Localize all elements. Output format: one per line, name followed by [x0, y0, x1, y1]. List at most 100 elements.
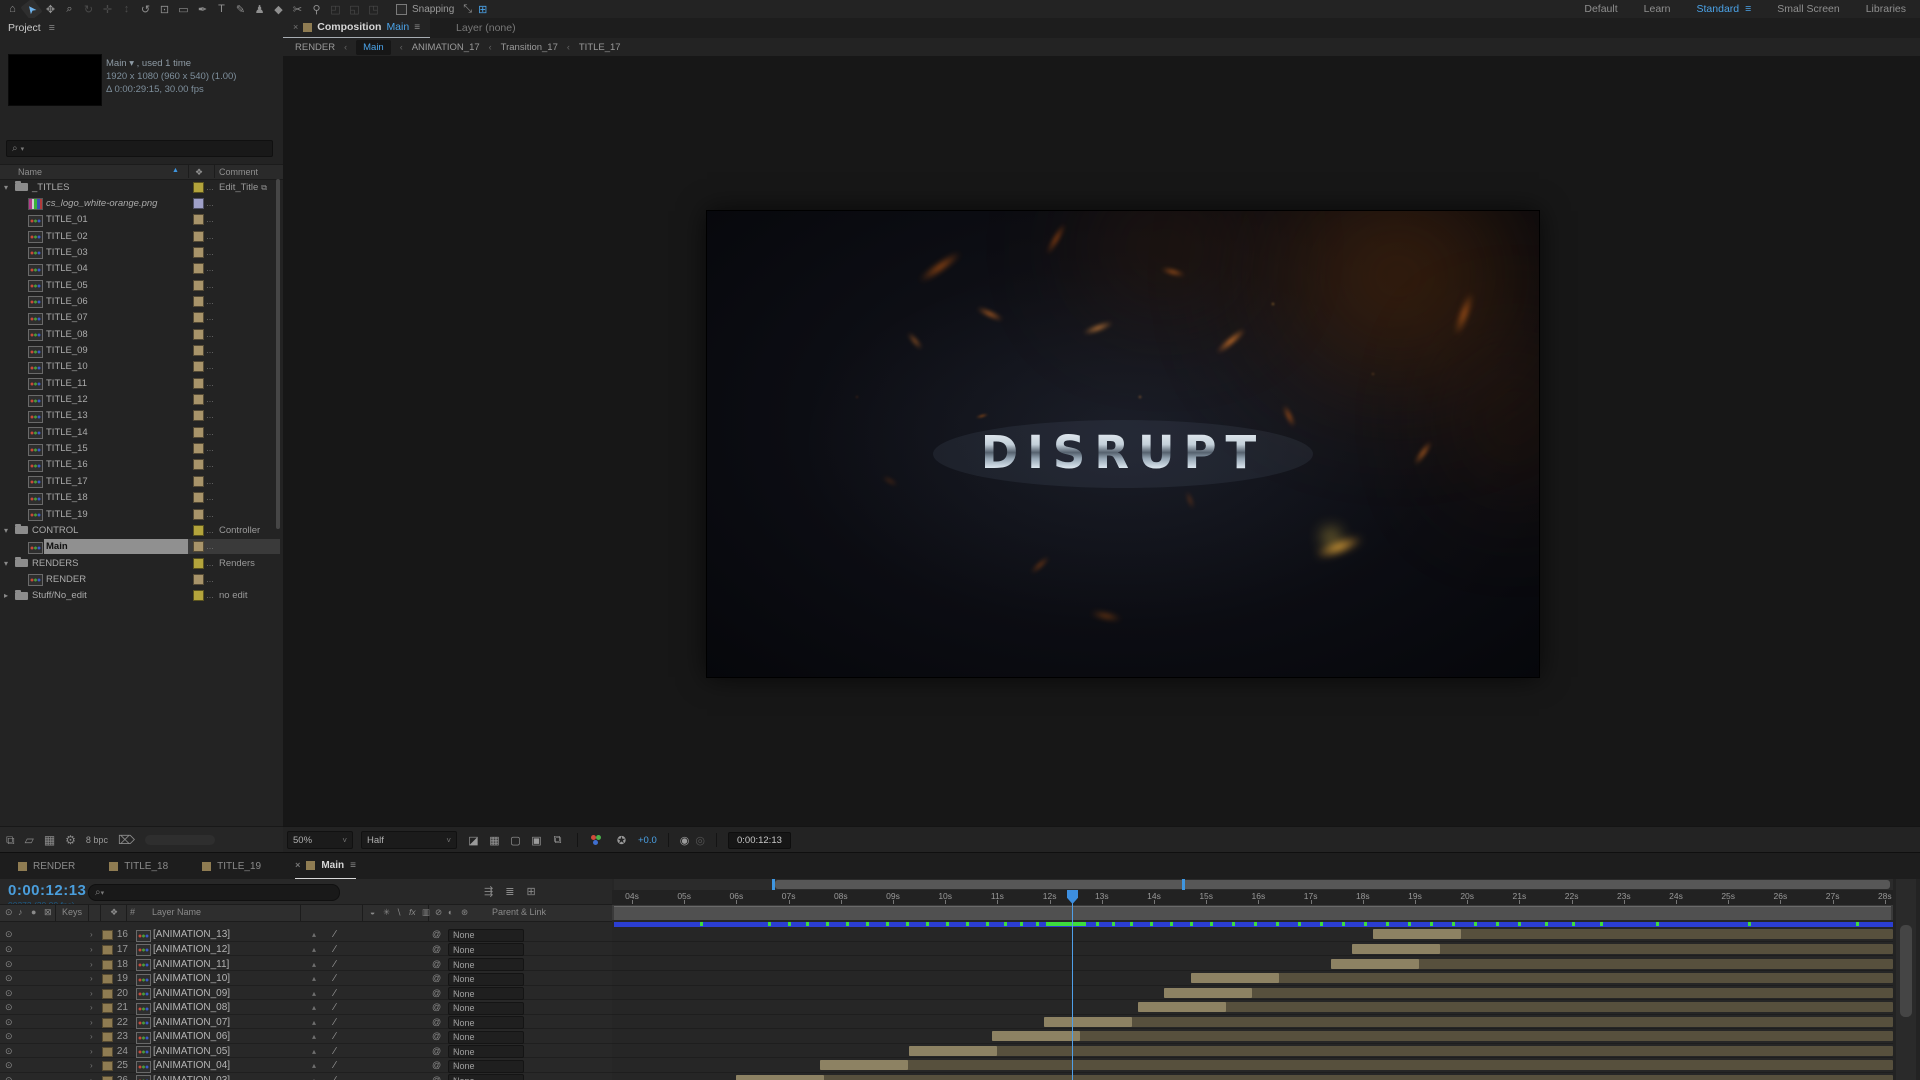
workspace-libraries[interactable]: Libraries: [1866, 3, 1906, 15]
layer-expand-arrow[interactable]: ›: [90, 1061, 93, 1070]
zoom-tool[interactable]: ⌕: [61, 2, 78, 17]
project-settings-icon[interactable]: ⚙: [65, 833, 76, 847]
parent-link-dropdown[interactable]: None˅: [448, 958, 524, 971]
label-color-swatch[interactable]: [193, 427, 204, 438]
project-item-row[interactable]: TITLE_11…: [0, 375, 283, 391]
layer-row-16[interactable]: ⊙›16[ANIMATION_13]▴∕@None˅: [0, 927, 612, 942]
layer-duration-bar[interactable]: [736, 1075, 1893, 1080]
workspace-learn[interactable]: Learn: [1644, 3, 1671, 15]
timeline-tab-main[interactable]: ×Main≡: [295, 852, 356, 880]
parent-link-dropdown[interactable]: None˅: [448, 1074, 524, 1080]
layer-visibility-icon[interactable]: ⊙: [5, 1002, 13, 1013]
disclosure-caret[interactable]: ▾: [4, 526, 14, 535]
keyframe-icon[interactable]: [700, 922, 703, 926]
project-folder-row[interactable]: ▸Stuff/No_edit…no edit: [0, 588, 283, 604]
project-item-row[interactable]: RENDER…: [0, 571, 283, 587]
pen-tool[interactable]: ✒: [194, 2, 211, 17]
draft-3d-icon[interactable]: ≣: [505, 885, 514, 898]
keyframe-icon[interactable]: [946, 922, 949, 926]
exposure-value[interactable]: +0.0: [638, 835, 657, 846]
bit-depth-label[interactable]: 8 bpc: [86, 835, 108, 845]
current-time-display[interactable]: 0:00:12:13: [8, 882, 86, 899]
quality-switch[interactable]: ∕: [334, 959, 336, 970]
layer-label-chip[interactable]: [102, 960, 113, 970]
keyframe-icon[interactable]: [986, 922, 989, 926]
layer-tab[interactable]: Layer (none): [456, 22, 516, 34]
parent-link-dropdown[interactable]: None˅: [448, 1016, 524, 1029]
breadcrumb-transition_17[interactable]: Transition_17: [501, 42, 558, 53]
label-color-swatch[interactable]: [193, 509, 204, 520]
project-folder-row[interactable]: ▾CONTROL…Controller: [0, 522, 283, 538]
label-color-swatch[interactable]: [193, 443, 204, 454]
label-color-swatch[interactable]: [193, 231, 204, 242]
layer-expand-arrow[interactable]: ›: [90, 1047, 93, 1056]
view-layout-icon[interactable]: ⧉: [549, 834, 566, 847]
layer-row-23[interactable]: ⊙›23[ANIMATION_06]▴∕@None˅: [0, 1029, 612, 1044]
layer-row-17[interactable]: ⊙›17[ANIMATION_12]▴∕@None˅: [0, 942, 612, 957]
layer-visibility-icon[interactable]: ⊙: [5, 1075, 13, 1080]
layer-label-chip[interactable]: [102, 1032, 113, 1042]
column-comment[interactable]: Comment: [219, 167, 258, 177]
keyframe-icon[interactable]: [1748, 922, 1751, 926]
collapse-transformations-switch[interactable]: ▴: [312, 1076, 316, 1080]
clone-stamp-tool[interactable]: ♟: [251, 2, 268, 17]
parent-pickwhip-icon[interactable]: @: [432, 929, 441, 939]
timeline-search-input[interactable]: ⌕▾: [88, 884, 340, 901]
layer-label-chip[interactable]: [102, 1076, 113, 1080]
fast-previews-icon[interactable]: ◪: [465, 834, 482, 847]
collapse-transformations-switch[interactable]: ▴: [312, 1003, 316, 1012]
layer-label-chip[interactable]: [102, 945, 113, 955]
keyframe-icon[interactable]: [886, 922, 889, 926]
work-area-bar[interactable]: [612, 905, 1893, 920]
layer-duration-bar[interactable]: [820, 1060, 1893, 1070]
keyframe-icon[interactable]: [966, 922, 969, 926]
collapse-transformations-switch[interactable]: ▴: [312, 960, 316, 969]
type-tool[interactable]: T: [213, 2, 230, 17]
layer-expand-arrow[interactable]: ›: [90, 960, 93, 969]
layer-name[interactable]: [ANIMATION_03]: [153, 1075, 230, 1080]
label-color-swatch[interactable]: [193, 182, 204, 193]
label-color-swatch[interactable]: [193, 410, 204, 421]
quality-switch[interactable]: ∕: [334, 1060, 336, 1071]
collapse-transformations-switch[interactable]: ▴: [312, 1061, 316, 1070]
project-item-row[interactable]: TITLE_16…: [0, 457, 283, 473]
timeline-vertical-scrollbar[interactable]: [1896, 879, 1916, 1080]
label-color-swatch[interactable]: [193, 214, 204, 225]
keyframe-icon[interactable]: [1342, 922, 1345, 926]
project-item-row[interactable]: TITLE_19…: [0, 506, 283, 522]
layer-expand-arrow[interactable]: ›: [90, 974, 93, 983]
hand-tool[interactable]: ✥: [42, 2, 59, 17]
layer-expand-arrow[interactable]: ›: [90, 945, 93, 954]
motion-blur-switch-icon[interactable]: ⊘: [435, 907, 442, 918]
layer-duration-bar[interactable]: [1044, 1017, 1893, 1027]
quality-switch-icon[interactable]: ∖: [396, 907, 401, 918]
layer-visibility-icon[interactable]: ⊙: [5, 1017, 13, 1028]
layer-row-26[interactable]: ⊙›26[ANIMATION_03]▴∕@None˅: [0, 1073, 612, 1080]
solo-column-icon[interactable]: ●: [31, 907, 36, 917]
layer-duration-bar[interactable]: [992, 1031, 1893, 1041]
project-scrollbar[interactable]: [276, 179, 280, 529]
label-color-swatch[interactable]: [193, 329, 204, 340]
project-item-row[interactable]: TITLE_15…: [0, 441, 283, 457]
parent-link-dropdown[interactable]: None˅: [448, 1031, 524, 1044]
layer-row-25[interactable]: ⊙›25[ANIMATION_04]▴∕@None˅: [0, 1058, 612, 1073]
quality-switch[interactable]: ∕: [334, 988, 336, 999]
project-item-row[interactable]: TITLE_01…: [0, 212, 283, 228]
keyframe-icon[interactable]: [1452, 922, 1455, 926]
brush-tool[interactable]: ✎: [232, 2, 249, 17]
label-color-swatch[interactable]: [193, 378, 204, 389]
layer-duration-bar[interactable]: [909, 1046, 1893, 1056]
label-color-swatch[interactable]: [193, 574, 204, 585]
close-tab-icon[interactable]: ×: [293, 22, 298, 32]
parent-pickwhip-icon[interactable]: @: [432, 944, 441, 954]
parent-link-dropdown[interactable]: None˅: [448, 1060, 524, 1073]
layer-name[interactable]: [ANIMATION_11]: [153, 959, 229, 970]
label-color-swatch[interactable]: [193, 361, 204, 372]
timeline-tab-title_19[interactable]: TITLE_19: [202, 853, 261, 879]
project-item-row[interactable]: TITLE_06…: [0, 293, 283, 309]
threed-switch-icon[interactable]: ⊛: [461, 907, 468, 918]
keyframe-icon[interactable]: [1430, 922, 1433, 926]
snap-grid-icon[interactable]: ⊞: [478, 3, 487, 16]
keyframe-icon[interactable]: [768, 922, 771, 926]
frame-blend-switch-icon[interactable]: ▥: [422, 907, 430, 918]
